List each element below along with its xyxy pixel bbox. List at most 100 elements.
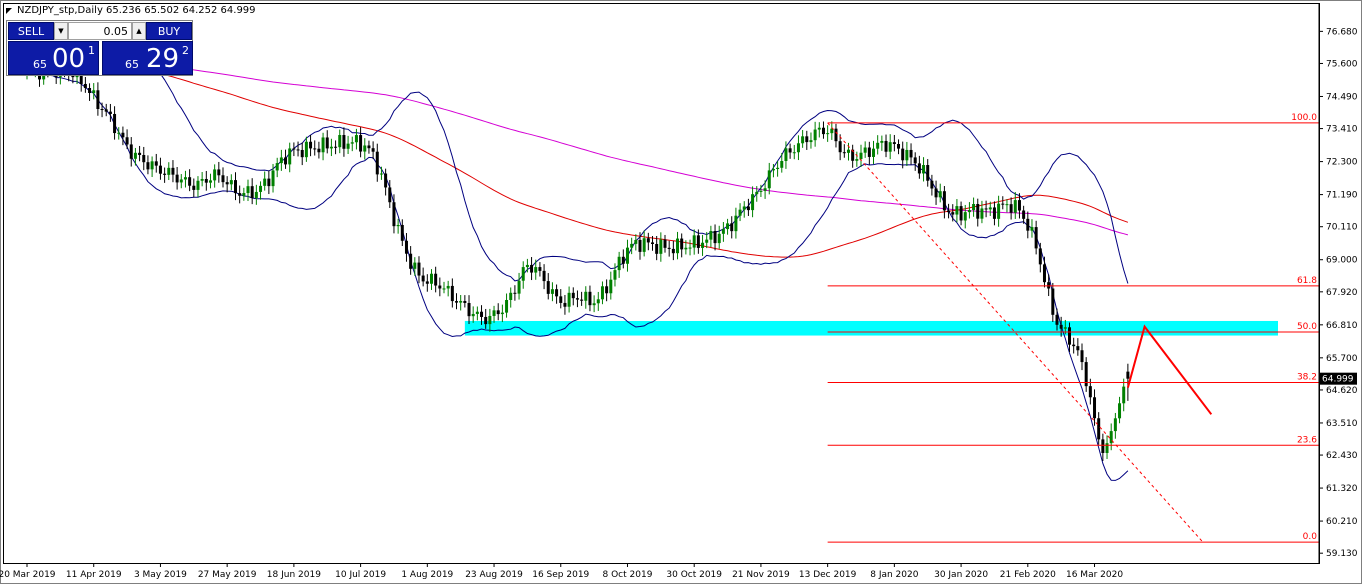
candle-body[interactable] xyxy=(834,128,838,142)
candle-body[interactable] xyxy=(746,206,750,211)
candle-body[interactable] xyxy=(625,247,629,264)
candle-body[interactable] xyxy=(346,143,350,149)
candle-body[interactable] xyxy=(1122,386,1126,404)
candle-body[interactable] xyxy=(388,187,392,203)
candle-body[interactable] xyxy=(963,212,967,221)
candle-body[interactable] xyxy=(121,132,125,138)
candle-body[interactable] xyxy=(163,173,167,175)
candle-body[interactable] xyxy=(492,310,496,316)
candle-body[interactable] xyxy=(751,194,755,211)
candle-body[interactable] xyxy=(438,285,442,289)
candle-body[interactable] xyxy=(1072,344,1076,347)
candle-body[interactable] xyxy=(379,173,383,175)
candle-body[interactable] xyxy=(1126,371,1130,379)
candle-body[interactable] xyxy=(538,267,542,271)
candle-body[interactable] xyxy=(872,148,876,157)
candle-body[interactable] xyxy=(500,312,504,315)
candle-body[interactable] xyxy=(350,142,354,144)
candle-body[interactable] xyxy=(838,141,842,153)
candle-body[interactable] xyxy=(880,140,884,143)
candle-body[interactable] xyxy=(192,185,196,190)
candle-body[interactable] xyxy=(367,145,371,149)
candle-body[interactable] xyxy=(976,203,980,219)
candle-body[interactable] xyxy=(475,311,479,314)
candle-body[interactable] xyxy=(972,203,976,211)
candle-body[interactable] xyxy=(730,223,734,232)
candle-body[interactable] xyxy=(721,229,725,234)
candle-body[interactable] xyxy=(279,157,283,164)
candle-body[interactable] xyxy=(179,179,183,183)
candle-body[interactable] xyxy=(951,212,955,215)
candle-body[interactable] xyxy=(684,247,688,250)
candle-body[interactable] xyxy=(922,165,926,174)
candle-body[interactable] xyxy=(842,152,846,154)
candle-body[interactable] xyxy=(726,223,730,230)
candle-body[interactable] xyxy=(959,206,963,221)
candle-body[interactable] xyxy=(117,132,121,134)
candle-body[interactable] xyxy=(867,147,871,157)
candle-body[interactable] xyxy=(1001,203,1005,205)
candle-body[interactable] xyxy=(947,210,951,213)
candle-body[interactable] xyxy=(600,286,604,300)
candle-body[interactable] xyxy=(888,142,892,152)
candle-body[interactable] xyxy=(755,191,759,195)
candle-body[interactable] xyxy=(175,174,179,183)
candle-body[interactable] xyxy=(621,256,625,264)
candle-body[interactable] xyxy=(425,281,429,284)
candle-body[interactable] xyxy=(296,149,300,151)
candle-body[interactable] xyxy=(813,129,817,141)
candle-body[interactable] xyxy=(413,262,417,269)
candle-body[interactable] xyxy=(1055,314,1059,325)
candle-body[interactable] xyxy=(859,152,863,160)
candle-body[interactable] xyxy=(580,299,584,301)
candle-body[interactable] xyxy=(488,315,492,325)
sell-button[interactable]: SELL xyxy=(8,22,54,40)
candle-body[interactable] xyxy=(1097,418,1101,440)
candle-body[interactable] xyxy=(104,109,108,112)
candle-body[interactable] xyxy=(792,152,796,154)
candle-body[interactable] xyxy=(471,313,475,317)
candle-body[interactable] xyxy=(1047,282,1051,289)
candle-body[interactable] xyxy=(83,83,87,88)
candle-body[interactable] xyxy=(709,230,713,240)
candle-body[interactable] xyxy=(567,292,571,307)
candle-body[interactable] xyxy=(446,285,450,289)
candle-body[interactable] xyxy=(909,149,913,158)
candle-body[interactable] xyxy=(1026,218,1030,231)
candle-body[interactable] xyxy=(1034,227,1038,249)
candle-body[interactable] xyxy=(696,235,700,248)
candle-body[interactable] xyxy=(742,206,746,210)
candle-body[interactable] xyxy=(955,206,959,215)
candle-body[interactable] xyxy=(146,162,150,170)
candle-body[interactable] xyxy=(259,185,263,192)
candle-body[interactable] xyxy=(671,248,675,254)
candle-body[interactable] xyxy=(442,288,446,290)
candle-body[interactable] xyxy=(300,149,304,158)
candle-body[interactable] xyxy=(375,151,379,175)
candle-body[interactable] xyxy=(225,182,229,185)
candle-body[interactable] xyxy=(1030,227,1034,231)
candle-body[interactable] xyxy=(421,275,425,282)
candle-body[interactable] xyxy=(138,152,142,155)
candle-body[interactable] xyxy=(817,127,821,130)
candle-body[interactable] xyxy=(434,273,438,286)
candle-body[interactable] xyxy=(659,239,663,254)
candle-body[interactable] xyxy=(717,233,721,244)
candle-body[interactable] xyxy=(125,137,129,145)
candle-body[interactable] xyxy=(292,148,296,150)
candle-body[interactable] xyxy=(354,135,358,143)
candle-body[interactable] xyxy=(634,239,638,244)
candle-body[interactable] xyxy=(575,298,579,300)
lot-decrease-icon[interactable]: ▼ xyxy=(54,22,68,40)
candle-body[interactable] xyxy=(513,292,517,294)
candle-body[interactable] xyxy=(1093,397,1097,419)
candle-body[interactable] xyxy=(496,310,500,315)
candle-body[interactable] xyxy=(108,111,112,114)
candle-body[interactable] xyxy=(217,169,221,176)
candle-body[interactable] xyxy=(1088,386,1092,398)
candle-body[interactable] xyxy=(525,264,529,268)
chart-window[interactable]: NZDJPY_stp,Daily 65.236 65.502 64.252 64… xyxy=(0,0,1362,584)
candle-body[interactable] xyxy=(997,203,1001,219)
candle-body[interactable] xyxy=(901,148,905,161)
candle-body[interactable] xyxy=(688,247,692,249)
